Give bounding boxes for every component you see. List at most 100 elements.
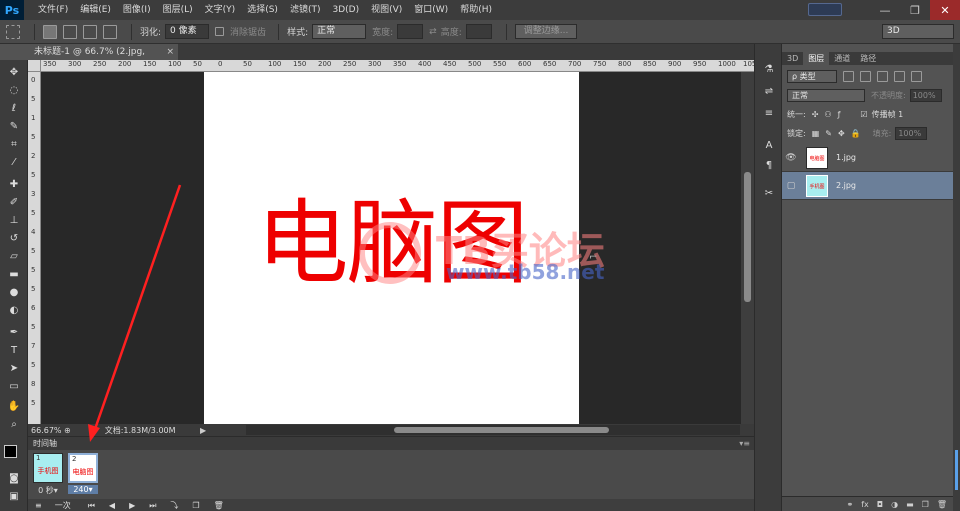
lock-all-icon[interactable]: 🔒 [851, 129, 861, 138]
play-icon[interactable]: ▶ [129, 501, 135, 510]
foreground-color-swatch[interactable] [4, 445, 17, 458]
marquee-preset-icon[interactable] [6, 24, 20, 39]
clone-stamp-icon[interactable]: ⊥ [6, 214, 22, 228]
subtract-selection-icon[interactable] [83, 24, 97, 39]
menu-window[interactable]: 窗口(W) [408, 0, 454, 20]
crop-tool-icon[interactable]: ⌗ [6, 138, 22, 152]
tab-layers[interactable]: 图层 [803, 52, 830, 65]
vertical-scroll-thumb[interactable] [744, 172, 751, 302]
document-tab[interactable]: 未标题-1 @ 66.7% (2.jpg, RGB/8) * × [28, 44, 178, 73]
height-input[interactable] [465, 24, 492, 39]
prev-frame-icon[interactable]: ◀ [109, 501, 115, 510]
layer-row-2[interactable]: ▢ 手机图 2.jpg [782, 172, 953, 200]
menu-image[interactable]: 图像(I) [117, 0, 157, 20]
new-layer-icon[interactable]: ❐ [922, 500, 929, 509]
character-icon[interactable]: A [761, 138, 777, 154]
menu-select[interactable]: 选择(S) [241, 0, 284, 20]
first-frame-icon[interactable]: ⏮ [88, 501, 95, 511]
blend-mode-select[interactable]: 正常 [787, 88, 865, 102]
width-input[interactable] [397, 24, 424, 39]
delete-frame-icon[interactable]: 🗑 [214, 501, 224, 510]
link-layers-icon[interactable]: ⚭ [847, 500, 854, 509]
lock-transparent-icon[interactable]: ▦ [812, 129, 820, 138]
share-icon[interactable]: ⊕ [64, 426, 71, 435]
visibility-empty-icon[interactable]: ▢ [782, 181, 800, 191]
lock-pixels-icon[interactable]: ✎ [825, 129, 832, 138]
add-selection-icon[interactable] [63, 24, 77, 39]
frame-delay-1[interactable]: 0 秒▾ [33, 485, 63, 496]
ruler-origin[interactable] [28, 60, 41, 72]
antialias-checkbox[interactable] [215, 27, 225, 36]
intersect-selection-icon[interactable] [103, 24, 117, 39]
swap-icon[interactable]: ⇄ [429, 27, 437, 37]
close-button[interactable]: ✕ [930, 0, 960, 20]
timeline-menu-icon[interactable]: ▾≡ [739, 437, 750, 450]
zoom-tool-icon[interactable]: ⌕ [6, 418, 22, 432]
loop-select[interactable]: 一次 [55, 500, 71, 511]
tab-3d[interactable]: 3D [782, 52, 803, 65]
marquee-tool-icon[interactable]: ◌ [6, 84, 22, 98]
menu-filter[interactable]: 滤镜(T) [284, 0, 327, 20]
paragraph-icon[interactable]: ¶ [761, 158, 777, 174]
quick-select-tool-icon[interactable]: ✎ [6, 120, 22, 134]
tween-icon[interactable]: ⤵ [170, 500, 178, 511]
blur-tool-icon[interactable]: ● [6, 286, 22, 300]
delete-layer-icon[interactable]: 🗑 [937, 500, 947, 509]
minimize-button[interactable]: — [870, 0, 900, 20]
style-select[interactable]: 正常 [312, 24, 367, 39]
horizontal-scroll-thumb[interactable] [394, 427, 609, 433]
close-tab-icon[interactable]: × [166, 44, 174, 60]
adjustment-layer-icon[interactable]: ◑ [891, 500, 898, 509]
info-icon[interactable]: ≡ [761, 106, 777, 122]
status-menu-icon[interactable]: ▶ [200, 426, 206, 435]
canvas-area[interactable]: 电脑图 TB买论坛 www.tb58.net ⌐ [41, 72, 741, 424]
filter-pixel-icon[interactable] [843, 70, 854, 82]
type-tool-icon[interactable]: T [6, 344, 22, 358]
move-tool-icon[interactable]: ✥ [6, 66, 22, 80]
filter-type-icon[interactable] [877, 70, 888, 82]
tools-preset-icon[interactable]: ✂ [761, 186, 777, 202]
filter-smart-icon[interactable] [911, 70, 922, 82]
history-icon[interactable]: ⚗ [761, 62, 777, 78]
brush-tool-icon[interactable]: ✐ [6, 196, 22, 210]
lock-position-icon[interactable]: ✥ [838, 129, 845, 138]
feather-input[interactable]: 0 像素 [165, 24, 210, 39]
fill-input[interactable]: 100% [895, 126, 928, 140]
lasso-tool-icon[interactable]: ℓ [6, 102, 22, 116]
next-frame-icon[interactable]: ⏭ [149, 501, 156, 511]
dodge-tool-icon[interactable]: ◐ [6, 304, 22, 318]
history-brush-icon[interactable]: ↺ [6, 232, 22, 246]
horizontal-scrollbar[interactable] [246, 425, 740, 435]
layer-row-1[interactable]: 👁 电脑图 1.jpg [782, 144, 953, 172]
opacity-input[interactable]: 100% [909, 88, 942, 102]
hand-tool-icon[interactable]: ✋ [6, 400, 22, 414]
eraser-tool-icon[interactable]: ▱ [6, 250, 22, 264]
unify-visibility-icon[interactable]: ⚇ [824, 110, 831, 119]
menu-help[interactable]: 帮助(H) [454, 0, 498, 20]
tab-paths[interactable]: 路径 [855, 52, 881, 65]
new-group-icon[interactable]: ▬ [906, 500, 914, 509]
frame-delay-2[interactable]: 240▾ [68, 485, 98, 494]
filter-adjust-icon[interactable] [860, 70, 871, 82]
menu-view[interactable]: 视图(V) [365, 0, 408, 20]
unify-position-icon[interactable]: ✣ [812, 110, 819, 119]
unify-style-icon[interactable]: ƒ [838, 110, 841, 119]
screen-mode-icon[interactable]: ▣ [6, 490, 22, 504]
timeline-frame-2[interactable]: 2 电脑图 [68, 453, 98, 483]
shape-tool-icon[interactable]: ▭ [6, 380, 22, 394]
panel-resize-slider[interactable] [955, 450, 958, 490]
menu-type[interactable]: 文字(Y) [199, 0, 242, 20]
tab-channels[interactable]: 通道 [829, 52, 855, 65]
layer-name[interactable]: 1.jpg [836, 153, 856, 162]
healing-brush-icon[interactable]: ✚ [6, 178, 22, 192]
quick-mask-icon[interactable]: ◙ [6, 472, 22, 486]
menu-layer[interactable]: 图层(L) [157, 0, 199, 20]
menu-file[interactable]: 文件(F) [32, 0, 74, 20]
filter-shape-icon[interactable] [894, 70, 905, 82]
timeline-frame-1[interactable]: 1 手机图 [33, 453, 63, 483]
timeline-options-icon[interactable]: ≡ [35, 501, 42, 510]
eyedropper-tool-icon[interactable]: ⁄ [6, 156, 22, 170]
duplicate-frame-icon[interactable]: ❐ [192, 501, 199, 510]
layer-style-icon[interactable]: fx [861, 500, 869, 509]
zoom-readout[interactable]: 66.67% [28, 426, 64, 435]
